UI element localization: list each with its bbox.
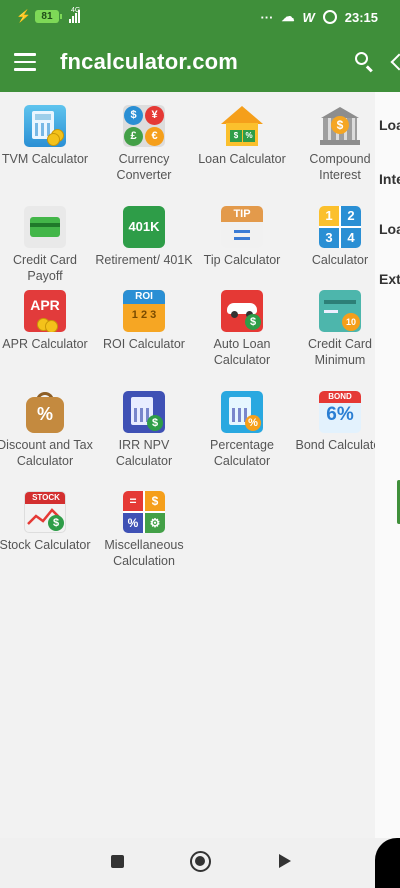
tile-label: TVM Calculator [1,152,89,166]
calculator-icon: 1 2 3 4 [319,206,361,248]
calculator-grid: TVM Calculator $ ¥ £ € Currency Converte… [0,92,384,838]
miscellaneous-icon: = $ % ⚙ [123,491,165,533]
tile-tip-calculator[interactable]: TIP Tip Calculator [193,206,291,269]
tile-label: Discount and Tax Calculator [0,438,93,468]
cloud-icon: ☁ [281,9,295,24]
panel-item[interactable]: Inte [379,171,400,187]
irr-npv-icon: $ [123,391,165,433]
tile-tvm-calculator[interactable]: TVM Calculator [0,105,94,168]
home-button[interactable] [190,851,211,872]
tile-roi-calculator[interactable]: ROI 1 2 3 ROI Calculator [95,290,193,353]
stock-chart-icon: STOCK $ [24,491,66,533]
battery-indicator: 81 [34,9,62,23]
system-nav-bar [0,838,400,888]
compound-interest-icon: $ [319,105,361,147]
side-panel: Loa Inte Loa Ext [375,92,400,838]
tile-label: APR Calculator [2,337,88,351]
more-notifications-icon: ··· [260,9,274,25]
panel-item[interactable]: Loa [379,221,400,237]
tile-label: Loan Calculator [198,152,286,166]
tile-auto-loan-calculator[interactable]: $ Auto Loan Calculator [193,290,291,368]
retirement-401k-icon: 401K [123,206,165,248]
tile-label: Retirement/ 401K [95,253,193,267]
tile-label: Miscellaneous Calculation [104,538,184,568]
tile-label: Credit Card Payoff [13,253,77,283]
tile-label: Auto Loan Calculator [213,337,271,367]
apr-icon: APR [24,290,66,332]
back-button[interactable] [279,854,291,868]
tile-currency-converter[interactable]: $ ¥ £ € Currency Converter [95,105,193,183]
tile-label: Tip Calculator [203,253,281,267]
tile-label: Currency Converter [116,152,172,182]
credit-card-icon [24,206,66,248]
tile-apr-calculator[interactable]: APR APR Calculator [0,290,94,353]
app-title: fncalculator.com [60,49,239,74]
w-app-icon: W [302,9,315,25]
tile-label: Percentage Calculator [210,438,274,468]
network-type: 4G [70,7,81,14]
screen-corner [375,838,400,888]
auto-loan-icon: $ [221,290,263,332]
search-icon[interactable] [354,51,376,73]
tile-label: IRR NPV Calculator [115,438,173,468]
credit-card-minimum-icon: 10 [319,290,361,332]
currency-converter-icon: $ ¥ £ € [123,105,165,147]
tile-irr-npv-calculator[interactable]: $ IRR NPV Calculator [95,391,193,469]
discount-bag-icon: % [24,391,66,433]
tile-retirement-401k[interactable]: 401K Retirement/ 401K [95,206,193,269]
tile-percentage-calculator[interactable]: % Percentage Calculator [193,391,291,469]
status-bar: ⚡ 81 4G ··· ☁ W 23:15 [0,0,400,32]
app-bar: fncalculator.com [0,32,400,92]
clock: 23:15 [344,9,378,25]
tile-miscellaneous-calculation[interactable]: = $ % ⚙ Miscellaneous Calculation [95,491,193,569]
tile-discount-tax-calculator[interactable]: % Discount and Tax Calculator [0,391,94,469]
menu-icon[interactable] [14,53,36,71]
tile-label: ROI Calculator [103,337,185,351]
panel-item[interactable]: Ext [379,271,400,287]
roi-icon: ROI 1 2 3 [123,290,165,332]
tip-calculator-icon: TIP [221,206,263,248]
back-arrow-icon[interactable] [390,53,400,71]
panel-item[interactable]: Loa [379,117,400,133]
tile-label: Stock Calculator [0,538,91,552]
tile-stock-calculator[interactable]: STOCK $ Stock Calculator [0,491,94,554]
whatsapp-icon [322,10,337,24]
charging-icon: ⚡ [16,9,31,23]
recents-button[interactable] [111,855,124,868]
tvm-calculator-icon [24,105,66,147]
bond-icon: BOND 6% [319,391,361,433]
tile-loan-calculator[interactable]: $ % Loan Calculator [193,105,291,168]
percentage-icon: % [221,391,263,433]
loan-calculator-icon: $ % [221,105,263,147]
tile-credit-card-payoff[interactable]: Credit Card Payoff [0,206,94,284]
